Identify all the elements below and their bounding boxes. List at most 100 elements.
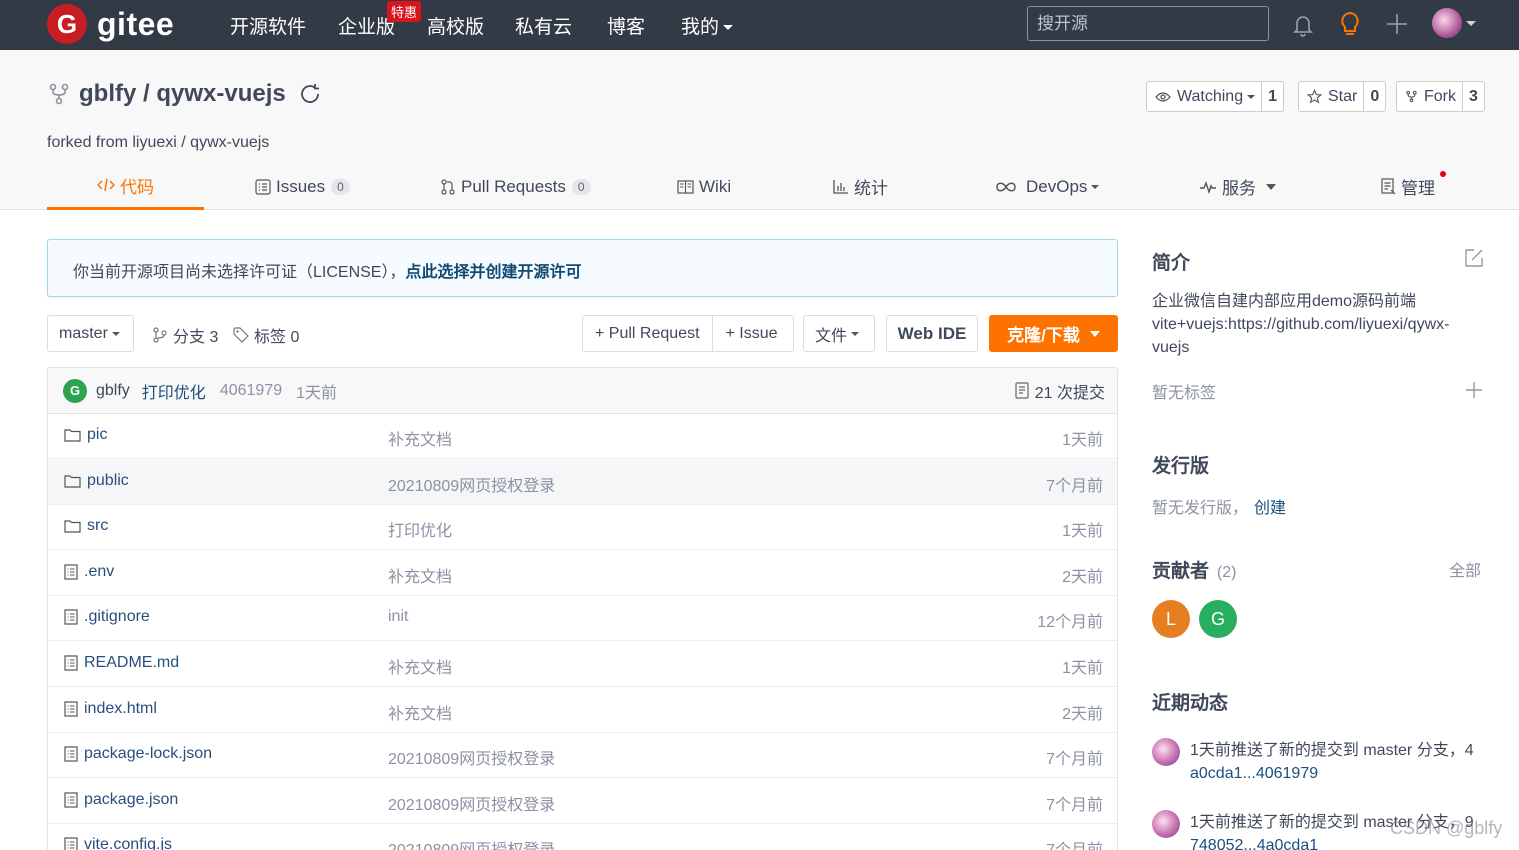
fork-button[interactable]: Fork: [1397, 82, 1463, 111]
chevron-down-icon[interactable]: [1466, 21, 1476, 26]
search-input[interactable]: [1027, 6, 1269, 41]
tab-devops[interactable]: DevOps: [995, 163, 1100, 210]
clone-download-button[interactable]: 克隆/下载: [989, 315, 1118, 352]
file-row[interactable]: package.json 20210809网页授权登录 7个月前: [48, 779, 1117, 824]
activity-item[interactable]: 1天前推送了新的提交到 master 分支，4 a0cda1...4061979: [1190, 739, 1490, 785]
file-row[interactable]: vite.config.js 20210809网页授权登录 7个月前: [48, 824, 1117, 850]
tab-issues[interactable]: Issues 0: [255, 163, 350, 210]
new-pull-request-button[interactable]: + Pull Request: [583, 316, 713, 351]
file-name-link[interactable]: index.html: [64, 700, 157, 718]
gitee-logo-text: gitee: [97, 5, 175, 42]
file-name-link[interactable]: package-lock.json: [64, 745, 212, 763]
file-row[interactable]: README.md 补充文档 1天前: [48, 642, 1117, 687]
commits-icon: [1015, 382, 1029, 399]
project-header: gblfy / qywx-vuejs forked from liyuexi /…: [0, 50, 1519, 210]
fork-icon: [49, 83, 69, 105]
tab-manage[interactable]: 管理: [1381, 163, 1435, 210]
file-commit-message[interactable]: 20210809网页授权登录: [388, 472, 555, 496]
issues-count-badge: 0: [331, 178, 350, 195]
file-commit-message[interactable]: 20210809网页授权登录: [388, 836, 555, 850]
file-commit-message[interactable]: init: [388, 608, 408, 626]
file-commit-message[interactable]: 补充文档: [388, 654, 452, 678]
tab-service[interactable]: 服务: [1199, 163, 1276, 210]
license-notice: 你当前开源项目尚未选择许可证（LICENSE），点此选择并创建开源许可: [47, 239, 1118, 297]
tab-wiki-label: Wiki: [699, 176, 732, 196]
lightbulb-icon[interactable]: [1336, 10, 1364, 38]
file-menu-button[interactable]: 文件: [803, 315, 875, 352]
star-count[interactable]: 0: [1364, 82, 1385, 111]
forked-owner-link[interactable]: liyuexi: [132, 134, 176, 151]
file-name-link[interactable]: src: [64, 517, 108, 535]
tags-link[interactable]: 标签 0: [233, 323, 299, 347]
file-name-link[interactable]: README.md: [64, 654, 179, 672]
file-row[interactable]: index.html 补充文档 2天前: [48, 688, 1117, 733]
tab-wiki[interactable]: Wiki: [677, 163, 731, 210]
nav-mine[interactable]: 我的: [681, 12, 734, 39]
add-tag-plus-icon[interactable]: [1465, 381, 1483, 399]
pull-request-icon: [441, 178, 455, 195]
file-row[interactable]: .env 补充文档 2天前: [48, 551, 1117, 596]
fork-count[interactable]: 3: [1463, 82, 1484, 111]
watching-button[interactable]: Watching: [1147, 82, 1263, 111]
tab-stats[interactable]: 统计: [833, 163, 888, 210]
file-commit-message[interactable]: 补充文档: [388, 700, 452, 724]
commit-count-link[interactable]: 21 次提交: [1015, 379, 1105, 403]
fork-button-group: Fork 3: [1396, 81, 1485, 112]
file-commit-message[interactable]: 补充文档: [388, 563, 452, 587]
project-name-link[interactable]: qywx-vuejs: [156, 80, 285, 108]
create-release-link[interactable]: 创建: [1254, 500, 1286, 517]
bell-icon[interactable]: [1289, 10, 1317, 38]
chevron-down-icon: [1089, 330, 1100, 337]
new-issue-button[interactable]: + Issue: [713, 316, 791, 351]
file-name-link[interactable]: package.json: [64, 791, 178, 809]
project-owner-link[interactable]: gblfy: [79, 80, 136, 108]
branches-link[interactable]: 分支 3: [152, 323, 218, 347]
file-commit-time: 1天前: [1062, 660, 1103, 677]
contributor-avatar-l[interactable]: L: [1152, 600, 1190, 638]
create-license-link[interactable]: 点此选择并创建开源许可: [405, 264, 581, 281]
commit-author[interactable]: gblfy: [96, 382, 130, 400]
user-avatar[interactable]: [1432, 8, 1462, 38]
activity-avatar[interactable]: [1152, 738, 1180, 766]
file-commit-message[interactable]: 补充文档: [388, 426, 452, 450]
file-row[interactable]: public 20210809网页授权登录 7个月前: [48, 459, 1117, 505]
branch-select[interactable]: master: [47, 315, 134, 352]
file-name-link[interactable]: pic: [64, 426, 107, 444]
contributor-avatar-g[interactable]: G: [1199, 600, 1237, 638]
all-contributors-link[interactable]: 全部: [1449, 557, 1481, 581]
nav-education[interactable]: 高校版: [427, 12, 484, 39]
file-name-link[interactable]: vite.config.js: [64, 836, 172, 850]
file-commit-time: 7个月前: [1046, 836, 1103, 850]
file-name: public: [87, 471, 129, 489]
file-row[interactable]: src 打印优化 1天前: [48, 505, 1117, 551]
commit-hash[interactable]: 4061979: [220, 382, 282, 400]
plus-icon[interactable]: [1383, 10, 1411, 38]
nav-open-source[interactable]: 开源软件: [230, 12, 306, 39]
activity-avatar[interactable]: [1152, 810, 1180, 838]
file-name-link[interactable]: public: [64, 472, 129, 490]
file-commit-message[interactable]: 20210809网页授权登录: [388, 791, 555, 815]
web-ide-button[interactable]: Web IDE: [886, 315, 978, 352]
file-row[interactable]: .gitignore init 12个月前: [48, 596, 1117, 642]
file-commit-message[interactable]: 20210809网页授权登录: [388, 745, 555, 769]
tab-pull-requests[interactable]: Pull Requests 0: [440, 163, 591, 210]
sync-icon[interactable]: [296, 80, 324, 108]
file-row[interactable]: pic 补充文档 1天前: [48, 414, 1117, 459]
file-row[interactable]: package-lock.json 20210809网页授权登录 7个月前: [48, 733, 1117, 779]
gitee-logo[interactable]: G gitee: [47, 4, 174, 44]
star-button[interactable]: Star: [1299, 82, 1365, 111]
forked-repo-link[interactable]: qywx-vuejs: [190, 134, 269, 151]
commit-message[interactable]: 打印优化: [142, 379, 206, 403]
file-name-link[interactable]: .env: [64, 563, 114, 581]
nav-private-cloud[interactable]: 私有云: [515, 12, 572, 39]
file-name: .env: [84, 562, 115, 580]
chevron-down-icon: [1091, 184, 1100, 189]
tab-code[interactable]: 代码: [47, 163, 204, 210]
watching-count[interactable]: 1: [1262, 82, 1283, 111]
nav-blog[interactable]: 博客: [607, 12, 645, 39]
file-name-link[interactable]: .gitignore: [64, 608, 150, 626]
edit-icon[interactable]: [1464, 248, 1484, 268]
eye-icon: [1155, 91, 1171, 102]
file-commit-message[interactable]: 打印优化: [388, 517, 452, 541]
commit-author-avatar[interactable]: G: [63, 378, 87, 403]
